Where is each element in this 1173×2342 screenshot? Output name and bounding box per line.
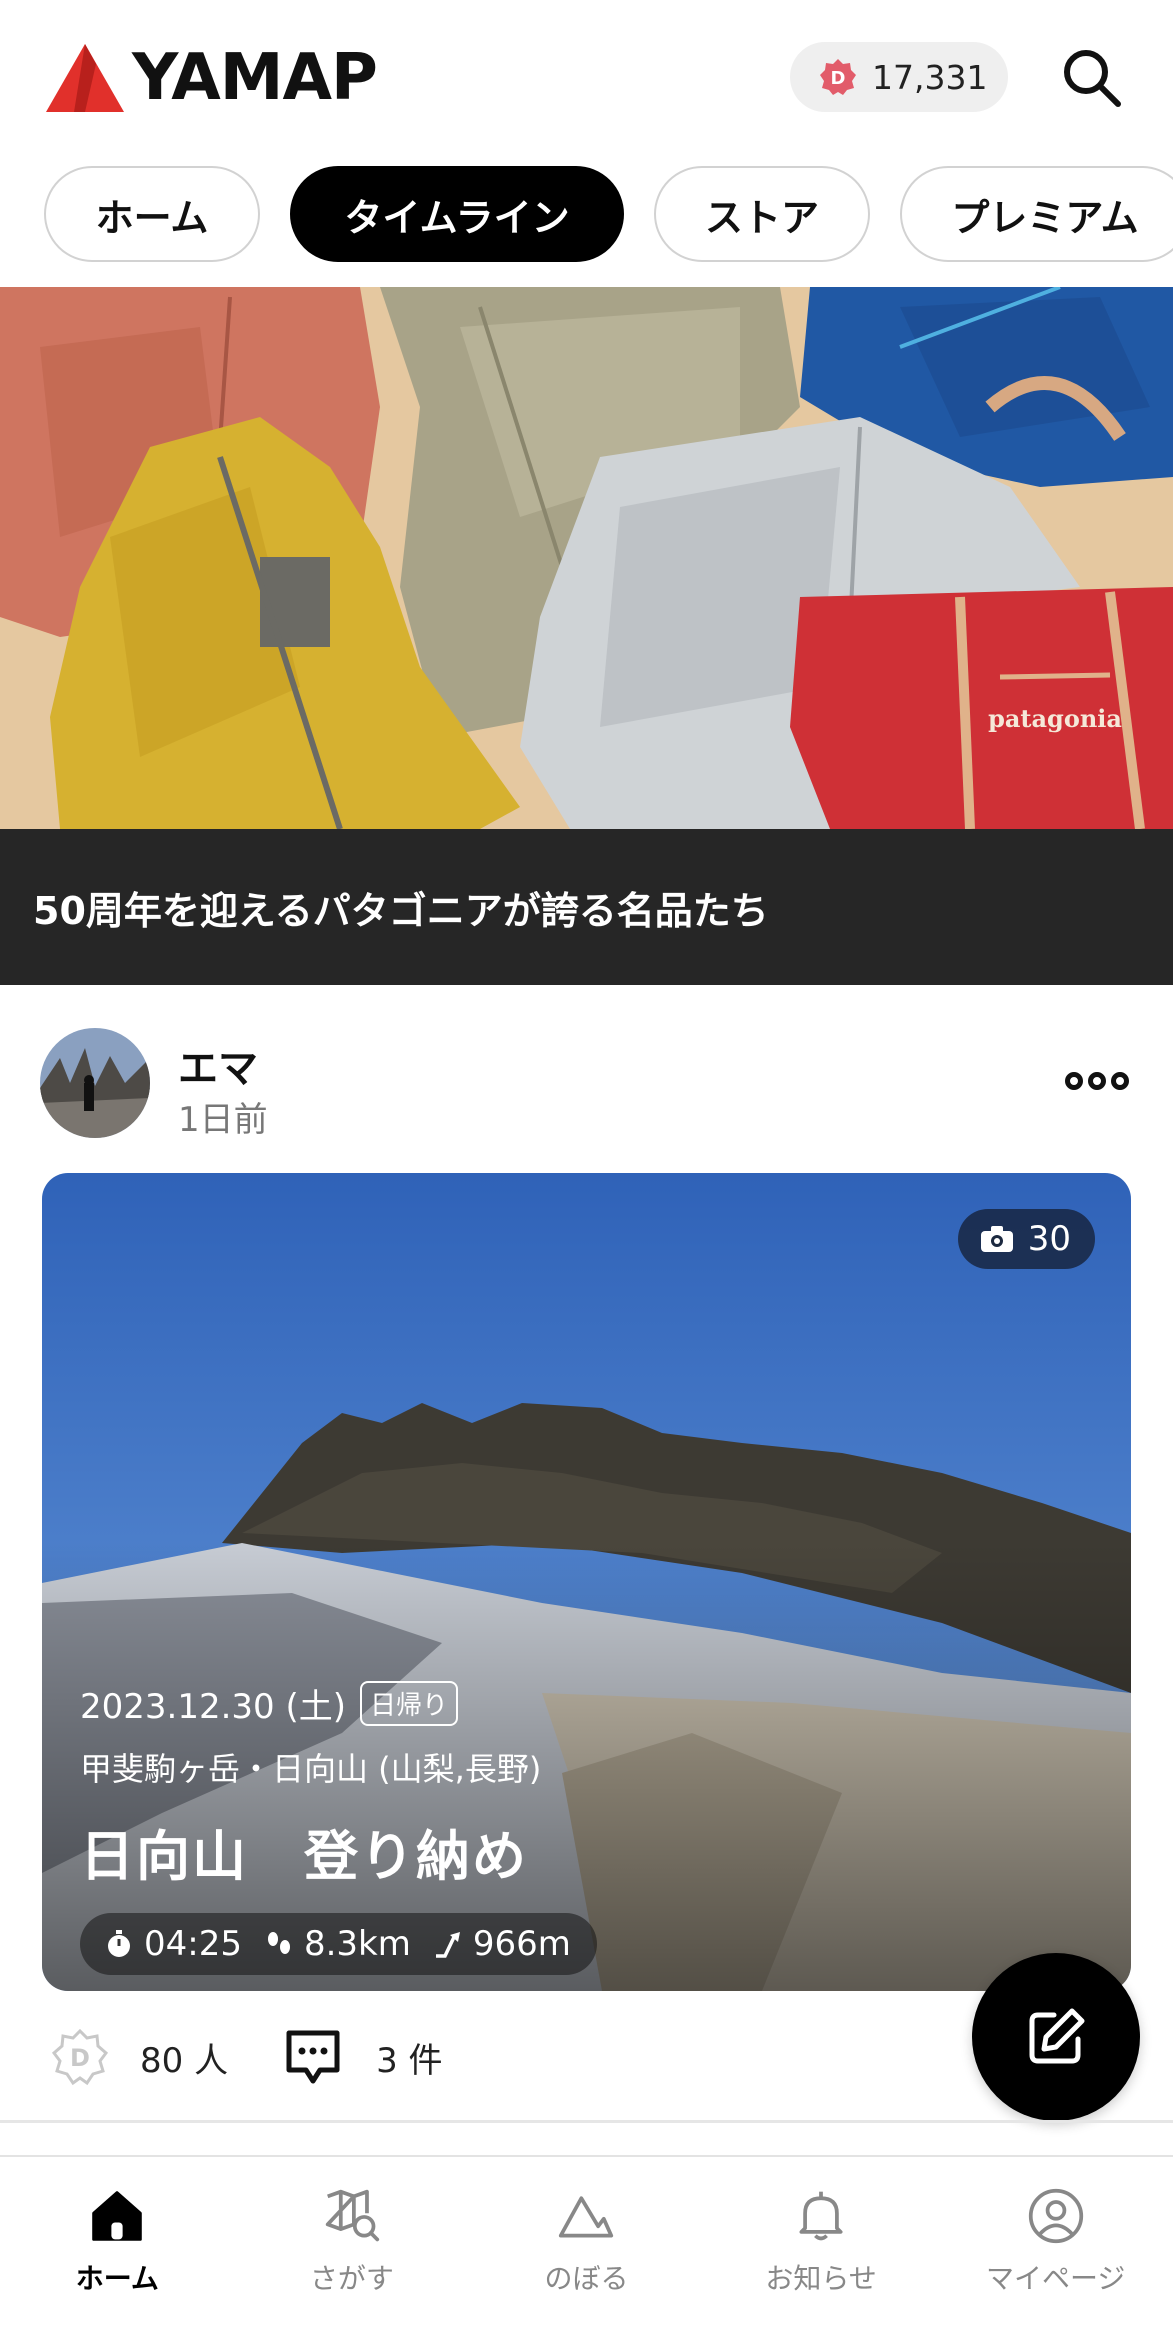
home-icon [92, 2191, 143, 2241]
banner-image: patagonia [0, 287, 1173, 829]
nav-climb-label: のぼる [544, 2262, 629, 2295]
post-header: エマ 1日前 [40, 1028, 1133, 1140]
tab-store[interactable]: ストア [654, 166, 870, 262]
category-tabs: ホーム タイムライン ストア プレミアム [44, 166, 1173, 264]
tab-home[interactable]: ホーム [44, 166, 260, 262]
points-count: 17,331 [872, 57, 988, 97]
yamap-mountain-logo-icon [46, 44, 124, 112]
activity-title: 日向山 登り納め [80, 1825, 528, 1888]
feature-banner[interactable]: patagonia 50周年を迎えるパタゴニアが誇る名品たち [0, 287, 1173, 985]
points-badge[interactable]: D 17,331 [790, 42, 1008, 112]
tab-timeline[interactable]: タイムライン [290, 166, 624, 262]
comment-count[interactable]: 3 件 [376, 2033, 442, 2082]
map-search-icon [325, 2189, 380, 2242]
app-header: YAMAP D 17,331 [0, 0, 1173, 160]
nav-notifications[interactable]: お知らせ [704, 2157, 939, 2297]
divider [0, 2120, 1173, 2123]
bottom-navigation: ホーム さがす のぼる お知らせ マイページ [0, 2157, 1173, 2342]
nav-home[interactable]: ホーム [0, 2157, 235, 2297]
activity-date: 2023.12.30 (土) [80, 1687, 347, 1727]
mountain-icon [559, 2196, 614, 2238]
elevation-icon [435, 1932, 460, 1958]
activity-info: 2023.12.30 (土) 日帰り 甲斐駒ヶ岳・日向山 (山梨,長野) 日向山… [80, 1679, 597, 1975]
patagonia-brand-text: patagonia [988, 704, 1122, 733]
post-time: 1日前 [178, 1100, 268, 1140]
nav-climb[interactable]: のぼる [469, 2157, 704, 2297]
nav-search[interactable]: さがす [235, 2157, 470, 2297]
more-options-icon[interactable] [1065, 1066, 1129, 1096]
day-trip-badge: 日帰り [360, 1681, 459, 1726]
activity-stats: 04:25 8.3km 966m [80, 1913, 597, 1975]
nav-mypage[interactable]: マイページ [938, 2157, 1173, 2297]
camera-icon [980, 1226, 1013, 1252]
activity-duration: 04:25 [144, 1924, 242, 1964]
avatar[interactable] [40, 1028, 150, 1138]
activity-area: 甲斐駒ヶ岳・日向山 (山梨,長野) [80, 1750, 542, 1788]
post-reactions: D 80 人 3 件 [50, 2022, 443, 2092]
domo-count[interactable]: 80 人 [140, 2033, 228, 2082]
user-icon [1028, 2188, 1083, 2244]
timer-icon [108, 1930, 130, 1957]
nav-search-label: さがす [309, 2262, 394, 2295]
svg-text:D: D [70, 2044, 90, 2072]
search-icon[interactable] [1058, 44, 1124, 110]
activity-card[interactable]: 30 2023.12.30 (土) 日帰り 甲斐駒ヶ岳・日向山 (山梨,長野) … [42, 1173, 1131, 1991]
activity-elevation: 966m [472, 1924, 571, 1964]
bell-icon [799, 2191, 843, 2241]
photo-count-badge[interactable]: 30 [957, 1209, 1095, 1269]
comment-icon[interactable] [284, 2028, 342, 2086]
nav-mypage-label: マイページ [985, 2262, 1126, 2295]
nav-notifications-label: お知らせ [765, 2262, 877, 2295]
logo-text: YAMAP [132, 41, 378, 115]
compose-button[interactable] [972, 1953, 1140, 2121]
activity-distance: 8.3km [303, 1924, 411, 1964]
yamap-logo[interactable]: YAMAP [44, 38, 378, 118]
post-username[interactable]: エマ [178, 1036, 258, 1094]
footprint-icon [267, 1932, 290, 1954]
svg-text:D: D [831, 68, 846, 89]
nav-home-label: ホーム [75, 2262, 159, 2295]
domo-point-icon: D [820, 59, 856, 95]
photo-count: 30 [1027, 1219, 1071, 1259]
domo-icon[interactable]: D [50, 2027, 110, 2087]
tab-premium[interactable]: プレミアム [900, 166, 1173, 262]
edit-icon [1029, 2008, 1085, 2064]
banner-caption: 50周年を迎えるパタゴニアが誇る名品たち [0, 829, 1173, 985]
